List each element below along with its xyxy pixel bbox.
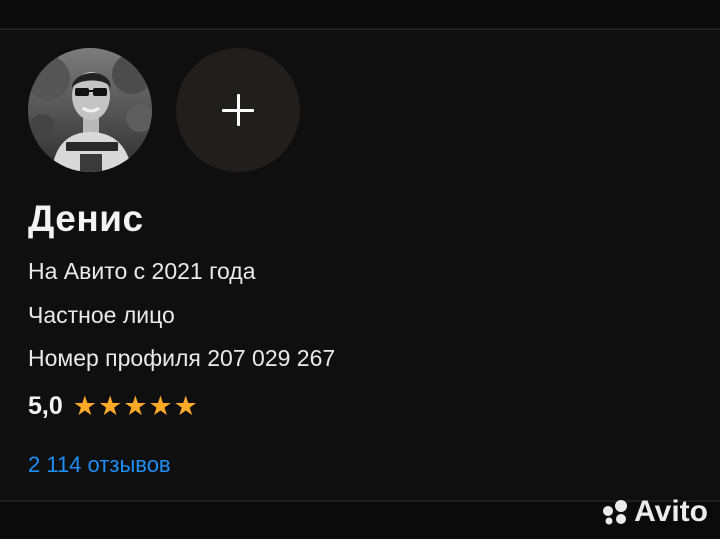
rating-value: 5,0 <box>28 392 63 420</box>
rating-stars: ★ ★ ★ ★ ★ <box>73 393 198 420</box>
star-icon: ★ <box>97 391 123 421</box>
top-cropped-bar <box>0 0 720 28</box>
rating-row: 5,0 ★ ★ ★ ★ ★ <box>28 392 198 421</box>
watermark-text: Avito <box>634 495 708 528</box>
profile-name: Денис <box>28 198 144 239</box>
profile-screen: Денис На Авито с 2021 года Частное лицо … <box>0 0 720 539</box>
seller-type: Частное лицо <box>28 302 175 328</box>
star-icon: ★ <box>148 391 173 421</box>
profile-card: Денис На Авито с 2021 года Частное лицо … <box>0 30 720 500</box>
reviews-link[interactable]: 2 114 отзывов <box>28 452 171 478</box>
avatar[interactable] <box>28 48 152 172</box>
profile-number: Номер профиля 207 029 267 <box>28 345 336 371</box>
star-icon: ★ <box>123 391 148 421</box>
avito-logo <box>603 500 628 525</box>
add-photo-button[interactable] <box>176 48 300 172</box>
star-icon: ★ <box>72 391 97 421</box>
avatar-photo <box>28 48 152 172</box>
member-since: На Авито с 2021 года <box>28 258 256 284</box>
avito-watermark: Avito <box>600 495 708 529</box>
star-icon: ★ <box>173 391 198 421</box>
plus-icon <box>222 94 254 126</box>
